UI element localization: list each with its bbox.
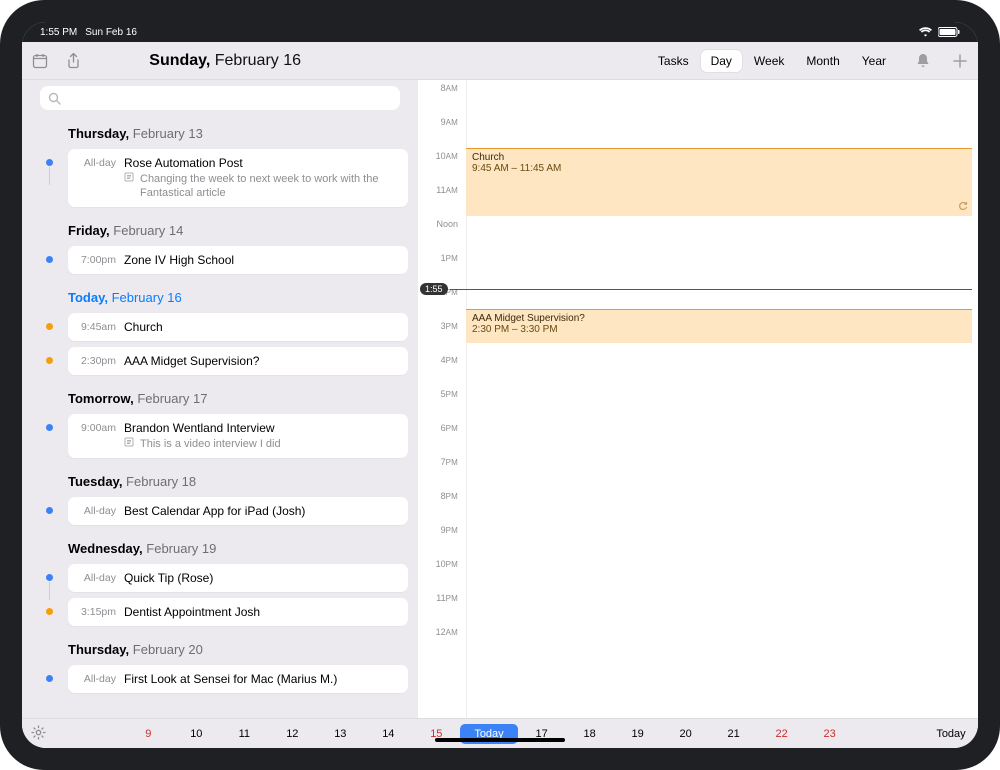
event-row[interactable]: All-dayFirst Look at Sensei for Mac (Mar… bbox=[68, 665, 408, 693]
now-time-bubble: 1:55 bbox=[420, 283, 448, 295]
event-row[interactable]: All-dayRose Automation Post Changing the … bbox=[68, 149, 408, 207]
hour-label: 8PM bbox=[418, 491, 462, 501]
date-cell[interactable]: 22 bbox=[758, 724, 806, 744]
event-title: Dentist Appointment Josh bbox=[124, 605, 398, 619]
group-header: Thursday, February 13 bbox=[22, 116, 418, 149]
today-button[interactable]: Today bbox=[924, 728, 978, 740]
hour-label: 4PM bbox=[418, 355, 462, 365]
date-cell[interactable]: 10 bbox=[172, 724, 220, 744]
date-cell[interactable]: 14 bbox=[364, 724, 412, 744]
event-title: AAA Midget Supervision? bbox=[124, 354, 398, 368]
body: Thursday, February 13All-dayRose Automat… bbox=[22, 80, 978, 718]
group-header: Wednesday, February 19 bbox=[22, 531, 418, 564]
screen: 1:55 PM Sun Feb 16 bbox=[22, 22, 978, 748]
date-cell[interactable]: 12 bbox=[268, 724, 316, 744]
group-header: Thursday, February 20 bbox=[22, 632, 418, 665]
event-row[interactable]: 7:00pmZone IV High School bbox=[68, 246, 408, 274]
group-header: Tomorrow, February 17 bbox=[22, 381, 418, 414]
event-time: 9:00am bbox=[78, 421, 124, 451]
now-line bbox=[450, 289, 972, 290]
event-list[interactable]: Thursday, February 13All-dayRose Automat… bbox=[22, 116, 418, 718]
event-row[interactable]: All-dayBest Calendar App for iPad (Josh) bbox=[68, 497, 408, 525]
hour-label: 10AM bbox=[418, 151, 462, 161]
plus-icon[interactable] bbox=[952, 53, 968, 69]
status-date: Sun Feb 16 bbox=[85, 27, 137, 38]
event-time: All-day bbox=[78, 672, 124, 686]
day-timeline[interactable]: 8AM9AM10AM11AMNoon1PM2PM3PM4PM5PM6PM7PM8… bbox=[418, 80, 978, 718]
group-header: Tuesday, February 18 bbox=[22, 464, 418, 497]
hour-label: 11PM bbox=[418, 593, 462, 603]
note-icon bbox=[124, 172, 134, 200]
timeline-event[interactable]: Church9:45 AM – 11:45 AM bbox=[466, 148, 972, 216]
event-note: Changing the week to next week to work w… bbox=[140, 172, 398, 200]
date-scrubber: 9101112131415Today17181920212223 Today bbox=[22, 718, 978, 748]
view-tab-year[interactable]: Year bbox=[852, 50, 896, 72]
event-title: Brandon Wentland Interview bbox=[124, 421, 398, 435]
status-bar: 1:55 PM Sun Feb 16 bbox=[22, 22, 978, 42]
event-title: First Look at Sensei for Mac (Marius M.) bbox=[124, 672, 398, 686]
app: Sunday, February 16 TasksDayWeekMonthYea… bbox=[22, 42, 978, 748]
battery-icon bbox=[938, 27, 960, 37]
hour-label: 9PM bbox=[418, 525, 462, 535]
hour-label: Noon bbox=[418, 219, 462, 229]
event-note: This is a video interview I did bbox=[140, 437, 281, 451]
date-cell[interactable]: 18 bbox=[566, 724, 614, 744]
hour-label: 8AM bbox=[418, 83, 462, 93]
view-tab-day[interactable]: Day bbox=[701, 50, 742, 72]
settings-icon[interactable] bbox=[22, 725, 54, 743]
hour-label: 10PM bbox=[418, 559, 462, 569]
note-icon bbox=[124, 437, 134, 451]
ipad-frame: 1:55 PM Sun Feb 16 bbox=[0, 0, 1000, 770]
event-time: All-day bbox=[78, 156, 124, 200]
search-input[interactable] bbox=[40, 86, 400, 110]
date-cell[interactable]: 23 bbox=[806, 724, 854, 744]
toolbar: Sunday, February 16 TasksDayWeekMonthYea… bbox=[22, 42, 978, 80]
hour-label: 6PM bbox=[418, 423, 462, 433]
event-title: Best Calendar App for iPad (Josh) bbox=[124, 504, 398, 518]
event-row[interactable]: 3:15pmDentist Appointment Josh bbox=[68, 598, 408, 626]
page-title: Sunday, February 16 bbox=[22, 52, 428, 70]
hour-label: 3PM bbox=[418, 321, 462, 331]
event-time: All-day bbox=[78, 571, 124, 585]
group-header: Friday, February 14 bbox=[22, 213, 418, 246]
wifi-icon bbox=[919, 27, 932, 37]
event-row[interactable]: All-dayQuick Tip (Rose) bbox=[68, 564, 408, 592]
event-row[interactable]: 9:45amChurch bbox=[68, 313, 408, 341]
event-title: Zone IV High School bbox=[124, 253, 398, 267]
event-time: 9:45am bbox=[78, 320, 124, 334]
date-cell[interactable]: 11 bbox=[220, 724, 268, 744]
event-row[interactable]: 9:00amBrandon Wentland Interview This is … bbox=[68, 414, 408, 458]
hour-label: 12AM bbox=[418, 627, 462, 637]
event-list-pane: Thursday, February 13All-dayRose Automat… bbox=[22, 80, 418, 718]
event-row[interactable]: 2:30pmAAA Midget Supervision? bbox=[68, 347, 408, 375]
date-cell[interactable]: 21 bbox=[710, 724, 758, 744]
view-switcher: TasksDayWeekMonthYear bbox=[648, 50, 896, 72]
view-tab-month[interactable]: Month bbox=[796, 50, 849, 72]
event-time: All-day bbox=[78, 504, 124, 518]
event-title: Church bbox=[124, 320, 398, 334]
date-cell[interactable]: 19 bbox=[614, 724, 662, 744]
home-indicator bbox=[435, 738, 565, 742]
event-time: 2:30pm bbox=[78, 354, 124, 368]
view-tab-tasks[interactable]: Tasks bbox=[648, 50, 699, 72]
status-time: 1:55 PM bbox=[40, 27, 77, 38]
event-time: 7:00pm bbox=[78, 253, 124, 267]
timeline-event[interactable]: AAA Midget Supervision?2:30 PM – 3:30 PM bbox=[466, 309, 972, 343]
hour-label: 9AM bbox=[418, 117, 462, 127]
hour-label: 7PM bbox=[418, 457, 462, 467]
event-title: Quick Tip (Rose) bbox=[124, 571, 398, 585]
search-field[interactable] bbox=[67, 91, 392, 105]
event-time: 3:15pm bbox=[78, 605, 124, 619]
hour-label: 11AM bbox=[418, 185, 462, 195]
event-title: Rose Automation Post bbox=[124, 156, 398, 170]
date-cell[interactable]: 13 bbox=[316, 724, 364, 744]
group-header: Today, February 16 bbox=[22, 280, 418, 313]
view-tab-week[interactable]: Week bbox=[744, 50, 794, 72]
date-cell[interactable]: 9 bbox=[124, 724, 172, 744]
bell-icon[interactable] bbox=[916, 53, 930, 69]
hour-label: 1PM bbox=[418, 253, 462, 263]
date-cell[interactable]: 20 bbox=[662, 724, 710, 744]
repeat-icon bbox=[958, 201, 968, 214]
hour-label: 5PM bbox=[418, 389, 462, 399]
